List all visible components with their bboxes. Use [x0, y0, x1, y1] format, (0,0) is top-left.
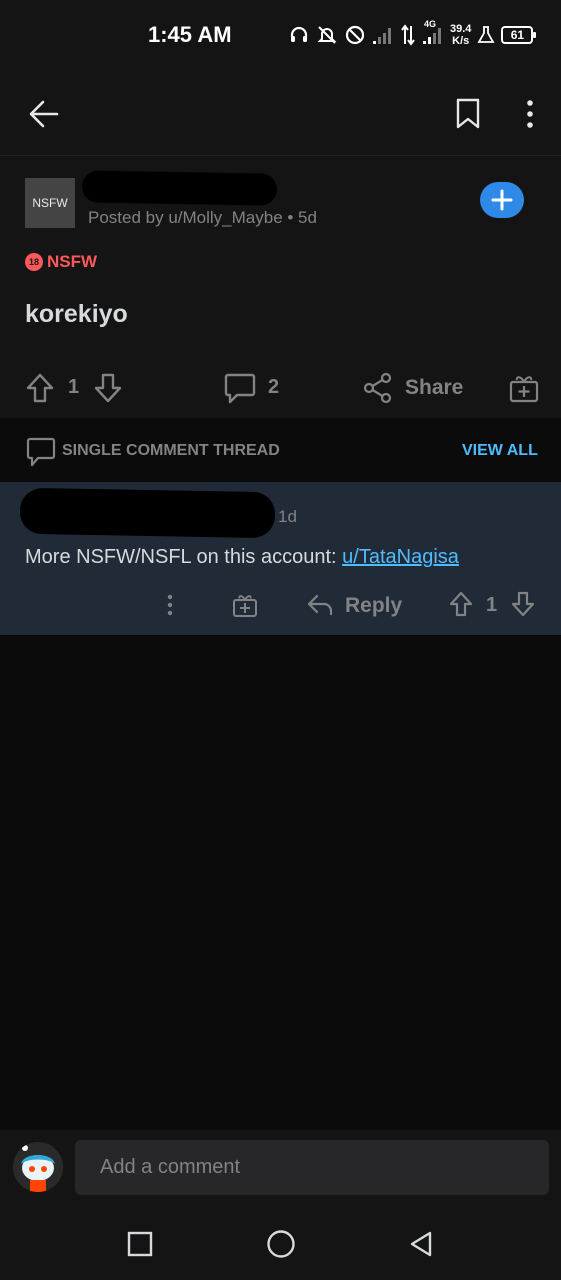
- recents-icon[interactable]: [120, 1224, 160, 1264]
- avatar[interactable]: [13, 1142, 63, 1192]
- nsfw-badge-icon: 18: [25, 253, 43, 271]
- reply-icon[interactable]: [305, 590, 335, 620]
- comment-upvote-icon[interactable]: [446, 588, 476, 620]
- comment-award-icon[interactable]: [230, 590, 260, 620]
- thread-label: SINGLE COMMENT THREAD: [62, 442, 280, 459]
- flask-icon: [477, 25, 495, 45]
- battery-level: 61: [510, 28, 525, 42]
- comment: 1d More NSFW/NSFL on this account: u/Tat…: [0, 482, 561, 635]
- share-icon[interactable]: [360, 370, 396, 406]
- net-speed-unit: K/s: [452, 35, 470, 47]
- comment-text: More NSFW/NSFL on this account:: [25, 546, 343, 568]
- post-comment-count: 2: [268, 376, 280, 398]
- top-nav: [0, 70, 561, 156]
- award-icon[interactable]: [506, 370, 542, 406]
- post-title: korekiyo: [25, 300, 128, 328]
- status-time: 1:45 AM: [148, 22, 232, 47]
- comment-vote-count: 1: [486, 594, 498, 616]
- plus-icon: [491, 189, 513, 211]
- bell-off-icon: [316, 24, 338, 46]
- comment-body: More NSFW/NSFL on this account: u/TataNa…: [25, 546, 459, 569]
- redacted-commenter-name: [19, 487, 276, 539]
- comment-icon[interactable]: [222, 370, 258, 406]
- signal-icon: [372, 25, 394, 45]
- comment-age: 1d: [278, 507, 297, 526]
- redacted-subreddit-name: [81, 170, 278, 206]
- headset-icon: [288, 24, 310, 46]
- signal-4g-icon: 4G: [422, 19, 444, 45]
- comment-input[interactable]: [75, 1140, 549, 1195]
- status-icons: 4G 39.4 K/s 61: [288, 18, 537, 52]
- home-icon[interactable]: [261, 1224, 301, 1264]
- upvote-icon[interactable]: [24, 370, 56, 406]
- battery-icon: 61: [501, 26, 537, 44]
- back-arrow-icon[interactable]: [22, 92, 66, 136]
- post-vote-count: 1: [68, 376, 80, 398]
- comment-downvote-icon[interactable]: [508, 588, 538, 620]
- reply-button[interactable]: Reply: [345, 594, 402, 618]
- post-meta[interactable]: Posted by u/Molly_Maybe • 5d: [88, 208, 317, 228]
- join-button[interactable]: [480, 182, 524, 218]
- more-vertical-icon[interactable]: [508, 92, 552, 136]
- post-action-row: 1 2 Share: [0, 366, 561, 410]
- share-button[interactable]: Share: [405, 376, 463, 400]
- net-speed-value: 39.4: [450, 23, 472, 35]
- net-speed: 39.4 K/s: [450, 23, 471, 47]
- view-all-button[interactable]: VIEW ALL: [462, 442, 538, 460]
- nsfw-label: NSFW: [47, 252, 98, 271]
- network-type: 4G: [424, 19, 437, 29]
- bookmark-icon[interactable]: [446, 92, 490, 136]
- post-card: NSFW Posted by u/Molly_Maybe • 5d 18 NSF…: [0, 156, 561, 418]
- thread-header: SINGLE COMMENT THREAD VIEW ALL: [0, 418, 561, 482]
- downvote-icon[interactable]: [92, 370, 124, 406]
- do-not-disturb-icon: [344, 24, 366, 46]
- subreddit-thumbnail[interactable]: NSFW: [25, 178, 75, 228]
- system-nav-bar: [0, 1206, 561, 1280]
- comment-user-link[interactable]: u/TataNagisa: [342, 546, 459, 568]
- status-bar: 1:45 AM 4G 39.4 K/s 61: [0, 0, 561, 70]
- nsfw-tag: 18 NSFW: [25, 252, 97, 272]
- comment-bar: [0, 1130, 561, 1206]
- back-nav-icon[interactable]: [401, 1224, 441, 1264]
- comment-thread-icon: [25, 436, 57, 473]
- comment-more-icon[interactable]: [160, 590, 180, 620]
- data-arrows-icon: [400, 24, 416, 46]
